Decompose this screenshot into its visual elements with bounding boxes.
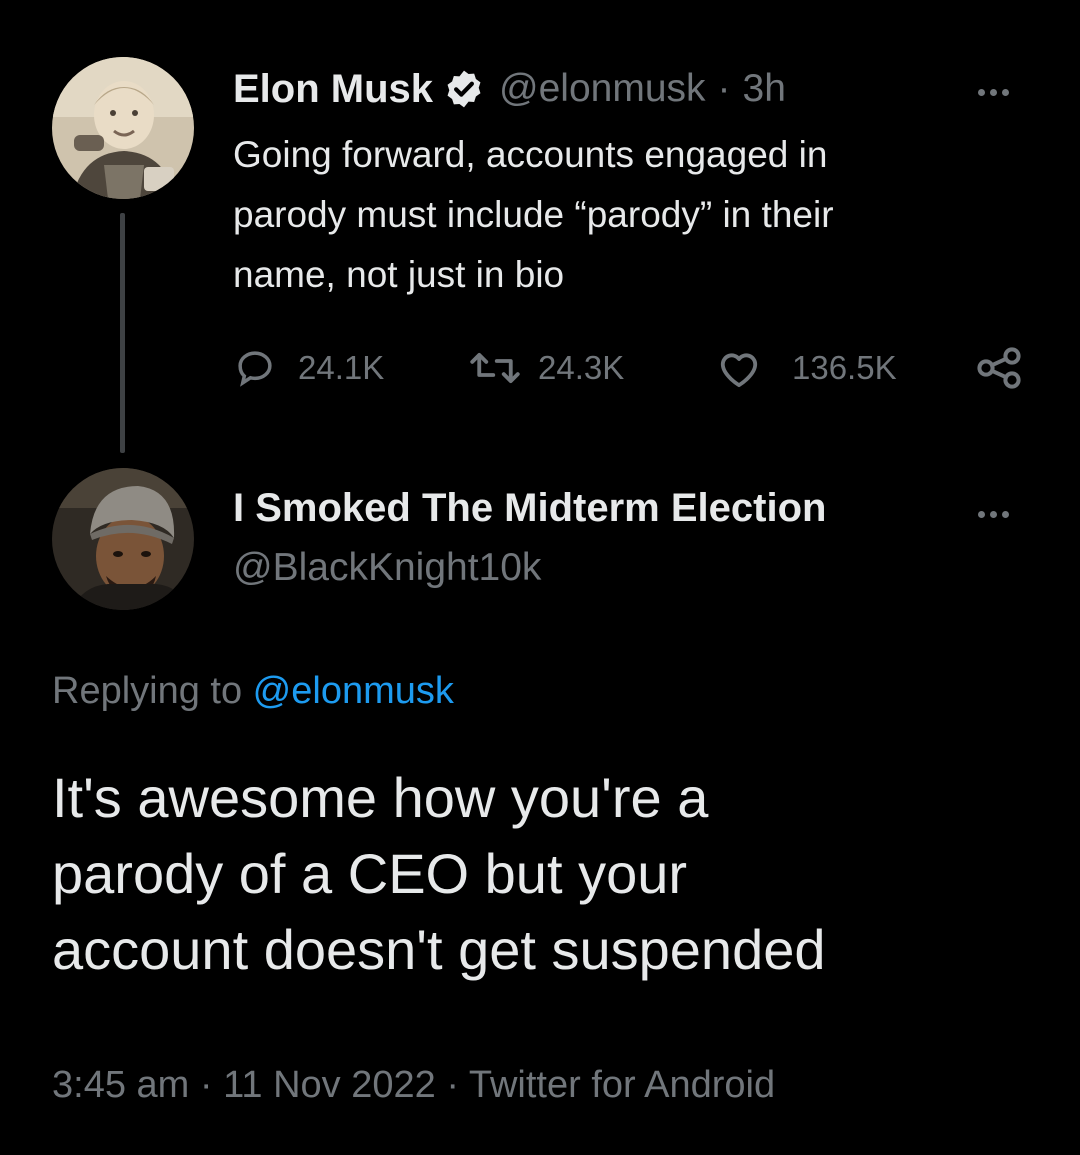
retweet-action[interactable]: 24.3K xyxy=(468,346,624,390)
meta-separator: · xyxy=(446,1064,459,1106)
reply-text-line: account doesn't get suspended xyxy=(52,918,826,981)
tweet-meta: 3:45 am · 11 Nov 2022 · Twitter for Andr… xyxy=(52,1062,775,1108)
like-action[interactable]: 136.5K xyxy=(716,346,897,390)
like-count: 136.5K xyxy=(792,349,897,386)
avatar-blackknight10k[interactable] xyxy=(52,468,194,610)
tweet-text-line: parody must include “parody” in their xyxy=(233,194,834,235)
verified-badge-icon xyxy=(443,68,485,110)
tweet-text: Going forward, accounts engaged in parod… xyxy=(233,125,1033,305)
reply-tweet-text: It's awesome how you're a parody of a CE… xyxy=(52,760,1062,988)
thread-connector-line xyxy=(120,213,125,453)
meta-separator: · xyxy=(199,1064,213,1106)
reply-text-line: parody of a CEO but your xyxy=(52,842,688,905)
more-icon[interactable] xyxy=(978,83,1014,101)
more-icon[interactable] xyxy=(978,505,1014,523)
reply-author-handle[interactable]: @BlackKnight10k xyxy=(233,545,541,591)
retweet-count: 24.3K xyxy=(538,349,625,386)
header-separator: · xyxy=(717,67,731,110)
share-icon[interactable] xyxy=(976,346,1024,395)
tweet-text-line: Going forward, accounts engaged in xyxy=(233,134,828,175)
reply-action[interactable]: 24.1K xyxy=(234,346,384,390)
like-icon xyxy=(720,353,758,388)
tweet-header: Elon Musk @elonmusk · 3h xyxy=(233,66,786,112)
author-name[interactable]: Elon Musk xyxy=(233,67,433,112)
tweet-time[interactable]: 3h xyxy=(743,67,786,111)
tweet-source[interactable]: Twitter for Android xyxy=(469,1064,775,1106)
author-handle[interactable]: @elonmusk xyxy=(499,67,706,111)
reply-author-name[interactable]: I Smoked The Midterm Election xyxy=(233,485,826,531)
tweet-text-line: name, not just in bio xyxy=(233,254,565,295)
reply-icon xyxy=(238,351,272,387)
reply-count: 24.1K xyxy=(298,349,385,386)
replying-to-line: Replying to @elonmusk xyxy=(52,668,454,714)
replying-to-label: Replying to xyxy=(52,670,253,712)
avatar-elonmusk[interactable] xyxy=(52,57,194,199)
reply-text-line: It's awesome how you're a xyxy=(52,766,709,829)
tweet-date[interactable]: 11 Nov 2022 xyxy=(223,1064,436,1106)
retweet-icon xyxy=(470,352,520,384)
replying-to-mention[interactable]: @elonmusk xyxy=(253,670,454,712)
tweet-timestamp[interactable]: 3:45 am xyxy=(52,1064,189,1106)
